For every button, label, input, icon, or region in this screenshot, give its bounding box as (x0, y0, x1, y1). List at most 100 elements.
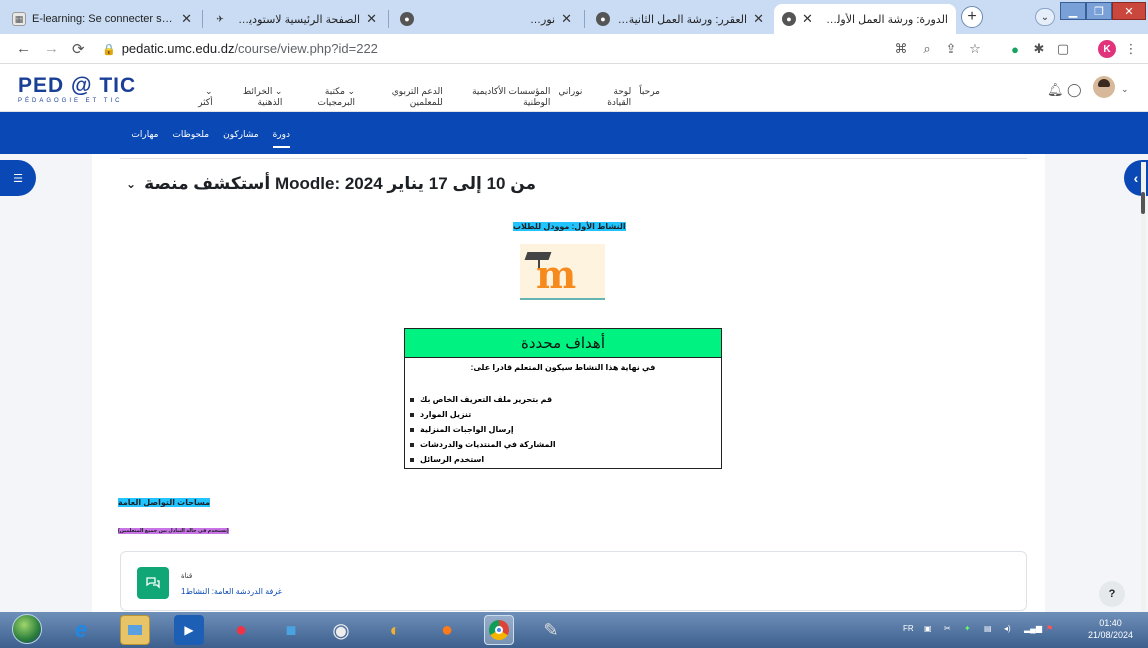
close-tab-icon[interactable]: ✕ (753, 11, 764, 27)
globe-favicon-icon: ● (596, 12, 610, 26)
disc-icon[interactable]: ◉ (326, 615, 356, 645)
nav-dashboard[interactable]: لوحة القيادة (590, 86, 631, 108)
share-icon[interactable]: ⇪ (942, 40, 960, 58)
left-gutter (0, 154, 92, 612)
user-avatar[interactable] (1093, 76, 1115, 98)
chat-icon[interactable] (137, 567, 169, 599)
close-tab-icon[interactable]: ✕ (366, 11, 377, 27)
menu-kebab-icon[interactable]: ⋮ (1122, 40, 1140, 58)
bookmark-star-icon[interactable]: ☆ (966, 40, 984, 58)
app-icon[interactable]: ✎ (536, 615, 566, 645)
nav-more[interactable]: ⌄ أكثر (190, 86, 212, 108)
tab-search-button[interactable]: ⌄ (1035, 8, 1055, 26)
back-arrow-icon[interactable]: ← (16, 40, 31, 57)
file-explorer-icon[interactable] (120, 615, 150, 645)
close-window-button[interactable]: ✕ (1112, 2, 1146, 20)
network-icon[interactable]: ▂▄▆ (1024, 624, 1042, 633)
objectives-box: أهداف محددة في نهاية هذا النشاط سيكون ال… (404, 328, 722, 469)
extension-icon[interactable]: ● (1006, 40, 1024, 58)
studio-favicon-icon: ✈ (216, 13, 224, 24)
tray-icon[interactable]: ▣ (924, 624, 932, 633)
zoom-icon[interactable]: ⌕ (918, 40, 936, 58)
messages-icon[interactable]: ◯ (1067, 82, 1082, 98)
nav-software-library[interactable]: ⌄ مكتبة البرمجيات (290, 86, 356, 108)
lock-icon: 🔒 (102, 44, 116, 56)
tray-icon[interactable]: ✦ (964, 624, 971, 633)
nav-nourani[interactable]: نوراني (558, 86, 582, 108)
browser-tab-active[interactable]: ● ✕ الدورة: ورشة العمل الأولى: أدوات لند (774, 4, 956, 34)
nav-teacher-support[interactable]: الدعم التربوي للمعلمين (363, 86, 443, 108)
section-heading[interactable]: ⌄ من 10 إلى 17 يناير 2024 :Moodle أستكشف… (126, 174, 536, 194)
language-indicator[interactable]: FR (903, 624, 914, 633)
objectives-heading: أهداف محددة (405, 329, 721, 358)
page-scrollbar[interactable] (1141, 162, 1146, 612)
notification-bell-icon[interactable]: 🔔︎ (1047, 82, 1064, 98)
nav-mind-maps[interactable]: ⌄ الخرائط الذهنية (221, 86, 283, 108)
address-bar[interactable]: 🔒 pedatic.umc.edu.dz/course/view.php?id=2… (102, 41, 378, 56)
chat-bubbles-svg (146, 577, 160, 589)
media-player-icon[interactable]: ▶ (174, 615, 204, 645)
close-tab-icon[interactable]: ✕ (802, 11, 813, 27)
tab-grades[interactable]: ملحوظات (172, 129, 209, 148)
flag-icon[interactable]: ⚑ (1046, 624, 1053, 633)
side-panel-icon[interactable]: ▢ (1054, 40, 1072, 58)
app-icon[interactable]: ◐ (380, 615, 410, 645)
scrollbar-thumb[interactable] (1141, 192, 1145, 214)
app-icon[interactable]: ■ (276, 615, 306, 645)
profile-avatar[interactable]: K (1098, 40, 1116, 58)
system-clock[interactable]: 01:40 21/08/2024 (1088, 617, 1133, 641)
moodle-logo-image: m (520, 244, 605, 300)
extensions-puzzle-icon[interactable]: ✱ (1030, 40, 1048, 58)
maximize-button[interactable]: ❐ (1086, 2, 1112, 20)
objectives-intro: في نهاية هذا النشاط سيكون المتعلم قادرا … (470, 363, 656, 372)
bullet-icon (410, 457, 414, 462)
bullet-icon (410, 397, 414, 402)
new-tab-button[interactable]: + (961, 6, 983, 28)
tab-course[interactable]: دورة (272, 129, 290, 148)
bullet-icon (410, 412, 414, 417)
bullet-icon (410, 427, 414, 432)
browser-tab[interactable]: ● العقرر: ورشة العمل الثانية: تصميم مقرر… (588, 4, 772, 34)
communication-spaces-subtitle: (تستخدم في حالة التبادل بين جميع المتعلم… (118, 528, 229, 534)
reload-icon[interactable]: ⟳ (72, 40, 85, 58)
course-index-toggle[interactable]: ☰ (0, 160, 36, 196)
minimize-button[interactable]: ▁ (1060, 2, 1086, 20)
browser-tab[interactable]: ● (392, 4, 520, 34)
chevron-left-icon: ‹ (1133, 170, 1139, 186)
communication-spaces-title: مساحات التواصل العامة (118, 498, 211, 507)
moodle-favicon-icon: ▦ (12, 12, 26, 26)
activity-link[interactable]: غرفة الدردشة العامة: النشاط1 (181, 587, 282, 596)
tray-icon[interactable]: ✂ (944, 624, 951, 633)
section-divider (120, 158, 1027, 159)
browser-tab[interactable]: ✈ الصفحة الرئيسية لاستوديو T - Studio ✕ (205, 4, 385, 34)
list-item: المشاركة في المنتديات والدردشات (405, 437, 721, 452)
tab-competencies[interactable]: مهارات (131, 129, 158, 148)
chevron-down-icon[interactable]: ⌄ (126, 177, 136, 191)
forward-arrow-icon[interactable]: → (44, 40, 59, 57)
internet-explorer-icon[interactable]: e (66, 615, 96, 645)
tab-divider (388, 10, 389, 28)
volume-icon[interactable]: ◂) (1004, 624, 1011, 633)
translate-icon[interactable]: ⌘ (892, 40, 910, 58)
activity-type: قناة (181, 573, 193, 580)
help-button[interactable]: ? (1099, 581, 1125, 607)
nav-national-institutions[interactable]: المؤسسات الأكاديمية الوطنية (451, 86, 550, 108)
right-gutter (1045, 154, 1148, 612)
chevron-down-icon[interactable]: ⌄ (1121, 84, 1129, 95)
site-logo[interactable]: PED @ TIC PÉDAGOGIE ET TIC (18, 75, 136, 104)
nav-welcome[interactable]: مرحباً (639, 86, 660, 108)
app-icon[interactable]: ● (226, 615, 256, 645)
tray-icon[interactable]: ▤ (984, 624, 992, 633)
browser-tab[interactable]: ▦ E-learning: Se connecter sur le ✕ (4, 4, 200, 34)
firefox-icon[interactable]: ● (432, 615, 462, 645)
globe-favicon-icon: ● (782, 12, 796, 26)
tab-participants[interactable]: مشاركون (223, 129, 258, 148)
close-tab-icon[interactable]: ✕ (181, 11, 192, 27)
objectives-list: قم بتحرير ملف التعريف الخاص بك تنزيل الم… (405, 392, 721, 467)
browser-tab[interactable]: نوراني ✕ (520, 4, 580, 34)
list-item: استخدم الرسائل (405, 452, 721, 467)
chrome-icon[interactable] (484, 615, 514, 645)
primary-navigation: مرحباً لوحة القيادة نوراني المؤسسات الأك… (190, 86, 660, 108)
close-tab-icon[interactable]: ✕ (561, 11, 572, 27)
start-button[interactable] (12, 614, 42, 644)
